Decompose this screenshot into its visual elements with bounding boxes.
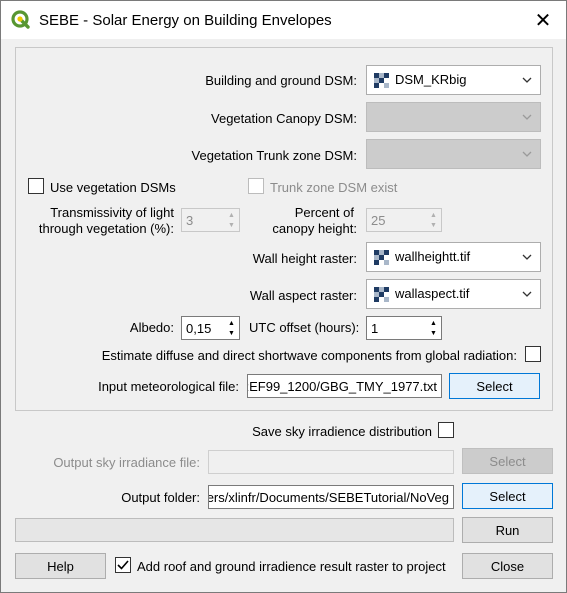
veg-canopy-dsm-combo[interactable] [366, 102, 541, 132]
title-bar: SEBE - Solar Energy on Building Envelope… [1, 1, 566, 39]
wall-aspect-combo[interactable]: wallaspect.tif [366, 279, 541, 309]
estimate-diffuse-checkbox[interactable] [525, 346, 541, 362]
albedo-spinbox[interactable]: 0,15 ▲ ▼ [181, 316, 240, 340]
chevron-down-icon [522, 254, 532, 260]
progress-bar [15, 518, 454, 542]
sky-file-label: Output sky irradiance file: [53, 455, 200, 470]
spin-down-icon[interactable]: ▼ [225, 220, 238, 230]
checkmark-icon [117, 560, 129, 570]
percent-canopy-value: 25 [371, 213, 386, 228]
utc-offset-label: UTC offset (hours): [249, 320, 360, 335]
chevron-down-icon [522, 114, 532, 120]
spin-up-icon[interactable]: ▲ [427, 318, 440, 328]
add-result-checkbox[interactable] [115, 557, 131, 573]
output-folder-label: Output folder: [121, 490, 200, 505]
output-folder-value: ers/xlinfr/Documents/SEBETutorial/NoVeg [208, 490, 449, 505]
output-folder-select-button[interactable]: Select [462, 483, 553, 509]
raster-layer-icon [374, 287, 389, 302]
met-file-select-button[interactable]: Select [449, 373, 540, 399]
output-folder-field[interactable]: ers/xlinfr/Documents/SEBETutorial/NoVeg [208, 485, 454, 509]
close-icon: ✕ [534, 9, 552, 32]
albedo-label: Albedo: [129, 320, 174, 335]
chevron-down-icon [522, 151, 532, 157]
utc-offset-value: 1 [371, 321, 379, 336]
run-label: Run [495, 522, 520, 538]
building-dsm-combo[interactable]: DSM_KRbig [366, 65, 541, 95]
spin-up-icon[interactable]: ▲ [225, 210, 238, 220]
save-sky-label: Save sky irradience distribution [252, 424, 432, 439]
close-button[interactable]: Close [462, 553, 553, 579]
spin-down-icon[interactable]: ▼ [427, 220, 440, 230]
wall-height-label: Wall height raster: [252, 251, 357, 266]
sky-file-field[interactable] [208, 450, 454, 474]
wall-aspect-label: Wall aspect raster: [249, 288, 357, 303]
veg-trunk-dsm-combo[interactable] [366, 139, 541, 169]
spin-up-icon[interactable]: ▲ [427, 210, 440, 220]
percent-canopy-label-line2: canopy height: [272, 221, 357, 236]
transmissivity-value: 3 [186, 213, 194, 228]
transmissivity-spinbox[interactable]: 3 ▲ ▼ [181, 208, 240, 232]
met-file-select-label: Select [476, 378, 513, 394]
chevron-down-icon [522, 77, 532, 83]
percent-canopy-spinbox[interactable]: 25 ▲ ▼ [366, 208, 442, 232]
veg-canopy-dsm-label: Vegetation Canopy DSM: [211, 111, 357, 126]
use-veg-label: Use vegetation DSMs [50, 180, 176, 195]
raster-layer-icon [374, 73, 389, 88]
wall-aspect-value: wallaspect.tif [395, 286, 470, 301]
output-folder-select-label: Select [489, 488, 526, 504]
building-dsm-label: Building and ground DSM: [205, 73, 357, 88]
window-title: SEBE - Solar Energy on Building Envelope… [39, 12, 332, 29]
save-sky-checkbox[interactable] [438, 422, 454, 438]
help-button[interactable]: Help [15, 553, 106, 579]
chevron-down-icon [522, 291, 532, 297]
met-file-value: EREF99_1200/GBG_TMY_1977.txt [247, 379, 437, 394]
met-file-label: Input meteorological file: [98, 379, 239, 394]
help-label: Help [47, 558, 74, 574]
run-button[interactable]: Run [462, 517, 553, 543]
utc-offset-spinbox[interactable]: 1 ▲ ▼ [366, 316, 442, 340]
trunk-exist-checkbox[interactable] [248, 178, 264, 194]
sebe-dialog: SEBE - Solar Energy on Building Envelope… [0, 0, 567, 593]
qgis-logo-icon [11, 10, 30, 29]
estimate-diffuse-label: Estimate diffuse and direct shortwave co… [101, 348, 517, 363]
met-file-field[interactable]: EREF99_1200/GBG_TMY_1977.txt [247, 374, 442, 398]
albedo-value: 0,15 [186, 321, 212, 336]
veg-trunk-dsm-label: Vegetation Trunk zone DSM: [191, 148, 357, 163]
add-result-label: Add roof and ground irradience result ra… [137, 559, 446, 574]
spin-down-icon[interactable]: ▼ [427, 328, 440, 338]
window-close-button[interactable]: ✕ [520, 1, 566, 39]
raster-layer-icon [374, 250, 389, 265]
wall-height-value: wallheightt.tif [395, 249, 471, 264]
close-label: Close [490, 558, 525, 574]
spin-down-icon[interactable]: ▼ [225, 328, 238, 338]
transmissivity-label-line1: Transmissivity of light [50, 205, 174, 220]
building-dsm-value: DSM_KRbig [395, 72, 467, 87]
trunk-exist-label: Trunk zone DSM exist [270, 180, 398, 195]
percent-canopy-label-line1: Percent of [294, 205, 354, 220]
sky-file-select-label: Select [489, 453, 526, 469]
use-veg-checkbox[interactable] [28, 178, 44, 194]
sky-file-select-button[interactable]: Select [462, 448, 553, 474]
transmissivity-label-line2: through vegetation (%): [38, 221, 174, 236]
spin-up-icon[interactable]: ▲ [225, 318, 238, 328]
wall-height-combo[interactable]: wallheightt.tif [366, 242, 541, 272]
